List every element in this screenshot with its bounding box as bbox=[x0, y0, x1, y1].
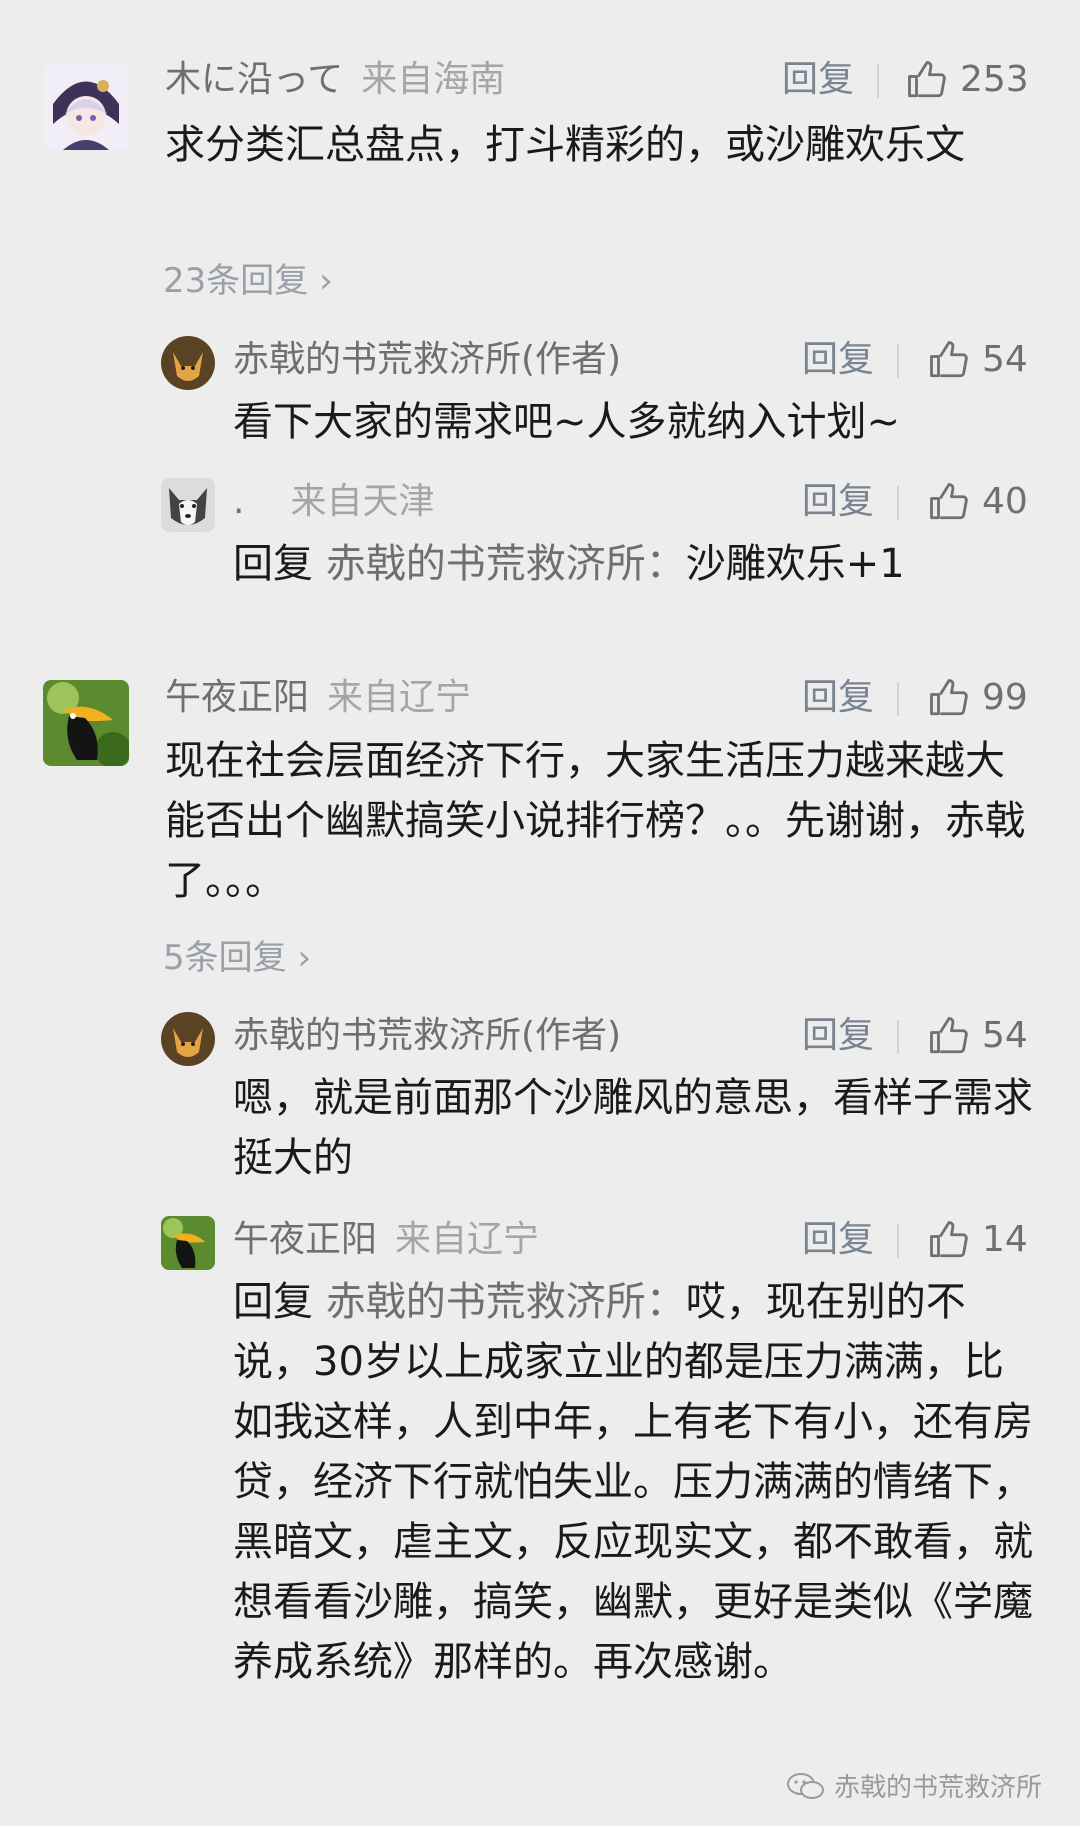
reply-button[interactable]: 回复 bbox=[802, 338, 874, 382]
reply-author[interactable]: 赤戟的书荒救济所(作者) bbox=[233, 1014, 621, 1058]
thumbs-up-icon bbox=[930, 679, 968, 716]
divider bbox=[897, 1020, 899, 1054]
thumbs-up-icon bbox=[930, 1221, 968, 1258]
like-count: 40 bbox=[982, 481, 1028, 522]
like-button[interactable]: 99 bbox=[928, 676, 1028, 720]
like-button[interactable]: 253 bbox=[906, 58, 1029, 102]
comment-author[interactable]: 木に沿って 来自海南 bbox=[165, 58, 505, 102]
reply-button[interactable]: 回复 bbox=[782, 58, 854, 102]
author-name[interactable]: 午夜正阳 bbox=[233, 1219, 377, 1260]
reply-button[interactable]: 回复 bbox=[802, 1218, 874, 1262]
reply-text: 嗯，就是前面那个沙雕风的意思，看样子需求挺大的 bbox=[233, 1075, 1033, 1181]
divider bbox=[897, 682, 899, 716]
avatar[interactable] bbox=[43, 64, 129, 150]
thumbs-up-icon bbox=[930, 483, 968, 520]
reply-to-user[interactable]: 赤戟的书荒救济所： bbox=[326, 541, 686, 587]
author-name[interactable]: 赤戟的书荒救济所(作者) bbox=[233, 339, 621, 380]
reply-button[interactable]: 回复 bbox=[802, 676, 874, 720]
toucan-avatar-icon bbox=[43, 680, 129, 766]
more-replies-link[interactable]: 23条回复 › bbox=[163, 259, 333, 303]
wechat-icon bbox=[786, 1772, 824, 1799]
location-label: 来自天津 bbox=[290, 481, 435, 522]
more-replies-label[interactable]: 23条回复 bbox=[163, 261, 308, 301]
more-replies-label[interactable]: 5条回复 bbox=[163, 938, 287, 978]
reply-text: 看下大家的需求吧~人多就纳入计划~ bbox=[233, 399, 901, 445]
reply-button[interactable]: 回复 bbox=[802, 1014, 874, 1058]
reply-to-user[interactable]: 赤戟的书荒救济所： bbox=[326, 1279, 686, 1325]
reply-text: 回复 赤戟的书荒救济所：哎，现在别的不说，30岁以上成家立业的都是压力满满，比如… bbox=[233, 1272, 1043, 1692]
author-name[interactable]: 午夜正阳 bbox=[165, 677, 309, 718]
reply-author[interactable]: . 来自天津 bbox=[233, 480, 434, 524]
like-count: 253 bbox=[960, 59, 1029, 100]
like-count: 54 bbox=[982, 1015, 1028, 1056]
reply-author[interactable]: 赤戟的书荒救济所(作者) bbox=[233, 338, 621, 382]
author-name[interactable]: . bbox=[233, 481, 244, 522]
reply-prefix: 回复 bbox=[233, 1279, 313, 1325]
avatar[interactable] bbox=[161, 1216, 215, 1270]
location-label: 来自辽宁 bbox=[327, 677, 472, 718]
avatar[interactable] bbox=[43, 680, 129, 766]
watermark-text: 赤戟的书荒救济所 bbox=[833, 1773, 1042, 1803]
location-label: 来自辽宁 bbox=[395, 1219, 540, 1260]
avatar[interactable] bbox=[161, 478, 215, 532]
comment-text: 现在社会层面经济下行，大家生活压力越来越大能否出个幽默搞笑小说排行榜？。。先谢谢… bbox=[165, 738, 1025, 904]
avatar[interactable] bbox=[161, 336, 215, 390]
reply-text: 回复 赤戟的书荒救济所：沙雕欢乐+1 bbox=[233, 534, 1033, 594]
reply-prefix: 回复 bbox=[233, 541, 313, 587]
reply-content: 哎，现在别的不说，30岁以上成家立业的都是压力满满，比如我这样，人到中年，上有老… bbox=[233, 1279, 1033, 1685]
watermark: 赤戟的书荒救济所 bbox=[786, 1767, 1042, 1804]
divider bbox=[897, 1224, 899, 1258]
like-count: 14 bbox=[982, 1219, 1028, 1260]
comment-text: 求分类汇总盘点，打斗精彩的，或沙雕欢乐文 bbox=[165, 122, 965, 168]
avatar[interactable] bbox=[161, 1012, 215, 1066]
thumbs-up-icon bbox=[930, 1017, 968, 1054]
fox-avatar-icon bbox=[161, 336, 215, 390]
location-label: 来自海南 bbox=[361, 59, 506, 100]
reply-content: 沙雕欢乐+1 bbox=[685, 541, 905, 587]
like-button[interactable]: 54 bbox=[928, 338, 1028, 382]
more-replies-link[interactable]: 5条回复 › bbox=[163, 936, 311, 980]
chevron-right-icon: › bbox=[286, 938, 312, 978]
like-button[interactable]: 54 bbox=[928, 1014, 1028, 1058]
divider bbox=[877, 64, 879, 98]
thumbs-up-icon bbox=[908, 61, 946, 98]
anime-avatar-icon bbox=[43, 64, 129, 150]
like-count: 54 bbox=[982, 339, 1028, 380]
fox-avatar-icon bbox=[161, 1012, 215, 1066]
author-name[interactable]: 木に沿って bbox=[165, 59, 343, 100]
author-name[interactable]: 赤戟的书荒救济所(作者) bbox=[233, 1015, 621, 1056]
toucan-avatar-icon bbox=[161, 1216, 215, 1270]
thumbs-up-icon bbox=[930, 341, 968, 378]
like-count: 99 bbox=[982, 677, 1028, 718]
chevron-right-icon: › bbox=[308, 261, 333, 301]
like-button[interactable]: 40 bbox=[928, 480, 1028, 524]
like-button[interactable]: 14 bbox=[928, 1218, 1028, 1262]
comment-author[interactable]: 午夜正阳 来自辽宁 bbox=[165, 676, 471, 720]
husky-avatar-icon bbox=[161, 478, 215, 532]
reply-button[interactable]: 回复 bbox=[802, 480, 874, 524]
divider bbox=[897, 486, 899, 520]
reply-author[interactable]: 午夜正阳 来自辽宁 bbox=[233, 1218, 539, 1262]
divider bbox=[897, 344, 899, 378]
